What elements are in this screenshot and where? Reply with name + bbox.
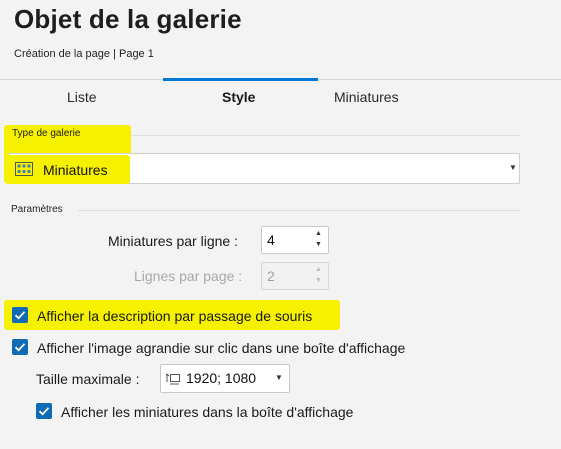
thumbs-per-row-label: Miniatures par ligne : [108, 233, 238, 249]
checkmark-icon [14, 343, 26, 352]
stepper-down-icon[interactable]: ▼ [315, 241, 322, 248]
chevron-down-icon[interactable]: ▼ [275, 373, 283, 382]
tab-style[interactable]: Style [222, 89, 255, 105]
max-size-value: 1920; 1080 [186, 370, 257, 386]
lightbox-thumbs-label: Afficher les miniatures dans la boîte d'… [61, 404, 354, 420]
parameters-label: Paramètres [11, 204, 63, 215]
breadcrumb: Création de la page | Page 1 [14, 48, 154, 60]
tab-liste[interactable]: Liste [67, 89, 97, 105]
max-size-label: Taille maximale : [36, 371, 140, 387]
lightbox-click-checkbox[interactable] [12, 339, 28, 355]
rows-per-page-label: Lignes par page : [134, 268, 243, 284]
rows-per-page-value[interactable]: 2 [267, 268, 275, 284]
size-icon [166, 373, 180, 385]
hover-description-checkbox[interactable] [12, 307, 28, 323]
stepper-down-icon[interactable]: ▼ [315, 277, 322, 284]
active-tab-indicator [163, 78, 318, 81]
thumbnail-grid-icon [15, 162, 33, 176]
tab-miniatures[interactable]: Miniatures [334, 89, 399, 105]
stepper-up-icon[interactable]: ▲ [315, 266, 322, 273]
checkmark-icon [38, 407, 50, 416]
chevron-down-icon[interactable]: ▼ [509, 163, 517, 172]
section-divider [78, 210, 520, 211]
gallery-type-label: Type de galerie [12, 128, 81, 139]
page-title: Objet de la galerie [14, 4, 242, 34]
gallery-type-value: Miniatures [43, 162, 108, 178]
lightbox-click-label: Afficher l'image agrandie sur clic dans … [37, 340, 406, 356]
thumbs-per-row-value[interactable]: 4 [267, 232, 275, 248]
lightbox-thumbs-checkbox[interactable] [36, 403, 52, 419]
stepper-up-icon[interactable]: ▲ [315, 230, 322, 237]
checkmark-icon [14, 311, 26, 320]
hover-description-label: Afficher la description par passage de s… [37, 308, 313, 324]
